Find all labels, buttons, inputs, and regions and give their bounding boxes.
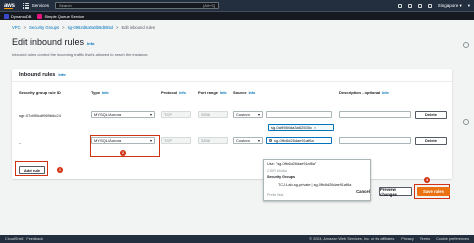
breadcrumb-current: Edit inbound rules [121, 25, 155, 30]
chevron-down-icon [258, 113, 260, 116]
breadcrumb-separator: > [62, 25, 65, 30]
row2-protocol: TCP [161, 137, 191, 144]
notifications-icon[interactable] [407, 3, 412, 8]
page-title: Edit inbound rules [12, 37, 85, 47]
cookie-preferences-link[interactable]: Cookie preferences [436, 237, 469, 241]
protocol-info-link[interactable]: Info [179, 91, 186, 95]
side-settings-icon[interactable] [463, 119, 469, 125]
chevron-down-icon [258, 139, 260, 142]
page-subtitle: Inbound rules control the incoming traff… [12, 52, 149, 57]
source-info-link[interactable]: Info [249, 91, 256, 95]
step-badge-4: 4 [424, 177, 430, 183]
search-icon [269, 139, 272, 142]
dropdown-group-cidr: CIDR blocks [267, 169, 287, 173]
col-description: Description - optional Info [339, 90, 389, 95]
row1-description-input[interactable] [339, 111, 411, 118]
col-rule-id: Security group rule ID [19, 90, 61, 95]
row2-source-select[interactable]: Custom [233, 137, 263, 144]
dropdown-group-sg: Security Groups [267, 175, 295, 179]
breadcrumb-security-groups[interactable]: Security Groups [29, 25, 59, 30]
region-selector[interactable]: Singapore ▾ [438, 3, 462, 9]
row2-delete-button[interactable]: Delete [415, 136, 447, 145]
account-menu[interactable]: ▾ [468, 3, 470, 9]
preview-changes-button[interactable]: Preview changes [379, 187, 412, 197]
terms-link[interactable]: Terms [420, 237, 430, 241]
services-grid-icon[interactable] [22, 2, 29, 9]
row1-source-search[interactable] [266, 111, 332, 118]
highlight-add-rule [15, 161, 48, 176]
cancel-button[interactable]: Cancel [352, 187, 374, 196]
description-info-link[interactable]: Info [382, 91, 389, 95]
col-type: Type Info [91, 90, 109, 95]
privacy-link[interactable]: Privacy [401, 237, 413, 241]
cloudshell-link[interactable]: CloudShell [5, 237, 23, 241]
breadcrumb: VPC > Security Groups > sg-0962d6a0a8b8d… [12, 25, 155, 30]
row1-type-select[interactable]: MYSQL/Aurora [91, 111, 155, 118]
row1-source-token[interactable]: sg-0a9984da3a52530c × [268, 124, 334, 131]
row1-rule-id: sgr-07cf89cdf969b6c24 [19, 113, 61, 118]
feedback-link[interactable]: Feedback [26, 237, 43, 241]
col-source: Source Info [233, 90, 256, 95]
row2-description-input[interactable] [339, 137, 411, 144]
row1-protocol: TCP [161, 111, 191, 118]
panel-divider [12, 81, 452, 82]
aws-logo[interactable]: aws [4, 3, 15, 9]
chevron-down-icon [150, 113, 152, 116]
side-info-icon[interactable] [463, 42, 469, 48]
sqs-icon [37, 13, 43, 19]
panel-header: Inbound rules Info [19, 72, 66, 78]
breadcrumb-separator: > [115, 25, 119, 30]
row1-source-select[interactable]: Custom [233, 111, 263, 118]
services-menu[interactable]: Services [32, 3, 49, 8]
row1-delete-button[interactable]: Delete [415, 110, 447, 119]
nav-right-group: Singapore ▾ ▾ [397, 3, 470, 9]
dynamodb-icon [4, 13, 9, 19]
dropdown-sg-option[interactable]: TCJ-Lab-sg-private | sg-0ffc6d26dae91af6… [278, 183, 351, 187]
panel-title: Inbound rules [19, 72, 56, 78]
favorites-bar: DynamoDB Simple Queue Service [0, 11, 474, 20]
search-shortcut: [Alt+S] [203, 3, 216, 8]
breadcrumb-sg-id[interactable]: sg-0962d6a0a8b8d655d [68, 25, 113, 30]
col-protocol: Protocol Info [161, 90, 186, 95]
page-info-link[interactable]: Info [87, 41, 94, 46]
port-info-link[interactable]: Info [220, 91, 227, 95]
help-icon[interactable] [417, 3, 422, 8]
type-info-link[interactable]: Info [102, 91, 109, 95]
breadcrumb-separator: > [23, 25, 27, 30]
page-title-group: Edit inbound rules Info [12, 37, 94, 47]
inbound-rules-panel: Inbound rules Info Security group rule I… [12, 69, 452, 179]
step-badge-1: 1 [57, 167, 63, 173]
row1-port: 3306 [198, 111, 228, 118]
footer-right: © 2024, Amazon Web Services, Inc. or its… [309, 237, 469, 241]
dropdown-use-option[interactable]: Use: "sg-0ffc6d26dae91af6a" [267, 162, 316, 166]
col-port-range: Port range Info [198, 90, 227, 95]
row2-rule-id: – [19, 140, 22, 145]
row2-port: 3306 [198, 137, 228, 144]
copyright-text: © 2024, Amazon Web Services, Inc. or its… [309, 237, 396, 241]
dropdown-group-prefix: Prefix lists [267, 193, 284, 197]
breadcrumb-vpc[interactable]: VPC [12, 25, 21, 30]
panel-info-link[interactable]: Info [58, 72, 65, 77]
save-rules-button[interactable]: Save rules [417, 187, 450, 196]
search-placeholder: Search [59, 3, 72, 8]
footer: CloudShell Feedback © 2024, Amazon Web S… [0, 235, 474, 243]
top-nav-bar: aws Services Search [Alt+S] Singapore ▾ … [0, 0, 474, 11]
favorite-sqs[interactable]: Simple Queue Service [37, 13, 84, 19]
row2-source-search-input[interactable]: sg-0ffc6d26dae91af6a [266, 137, 332, 144]
cloudshell-icon[interactable] [397, 3, 402, 8]
settings-icon[interactable] [427, 3, 432, 8]
step-badge-2: 2 [120, 150, 126, 156]
favorite-dynamodb[interactable]: DynamoDB [4, 13, 31, 19]
close-icon[interactable]: × [314, 125, 316, 130]
global-search-input[interactable]: Search [Alt+S] [55, 2, 220, 9]
